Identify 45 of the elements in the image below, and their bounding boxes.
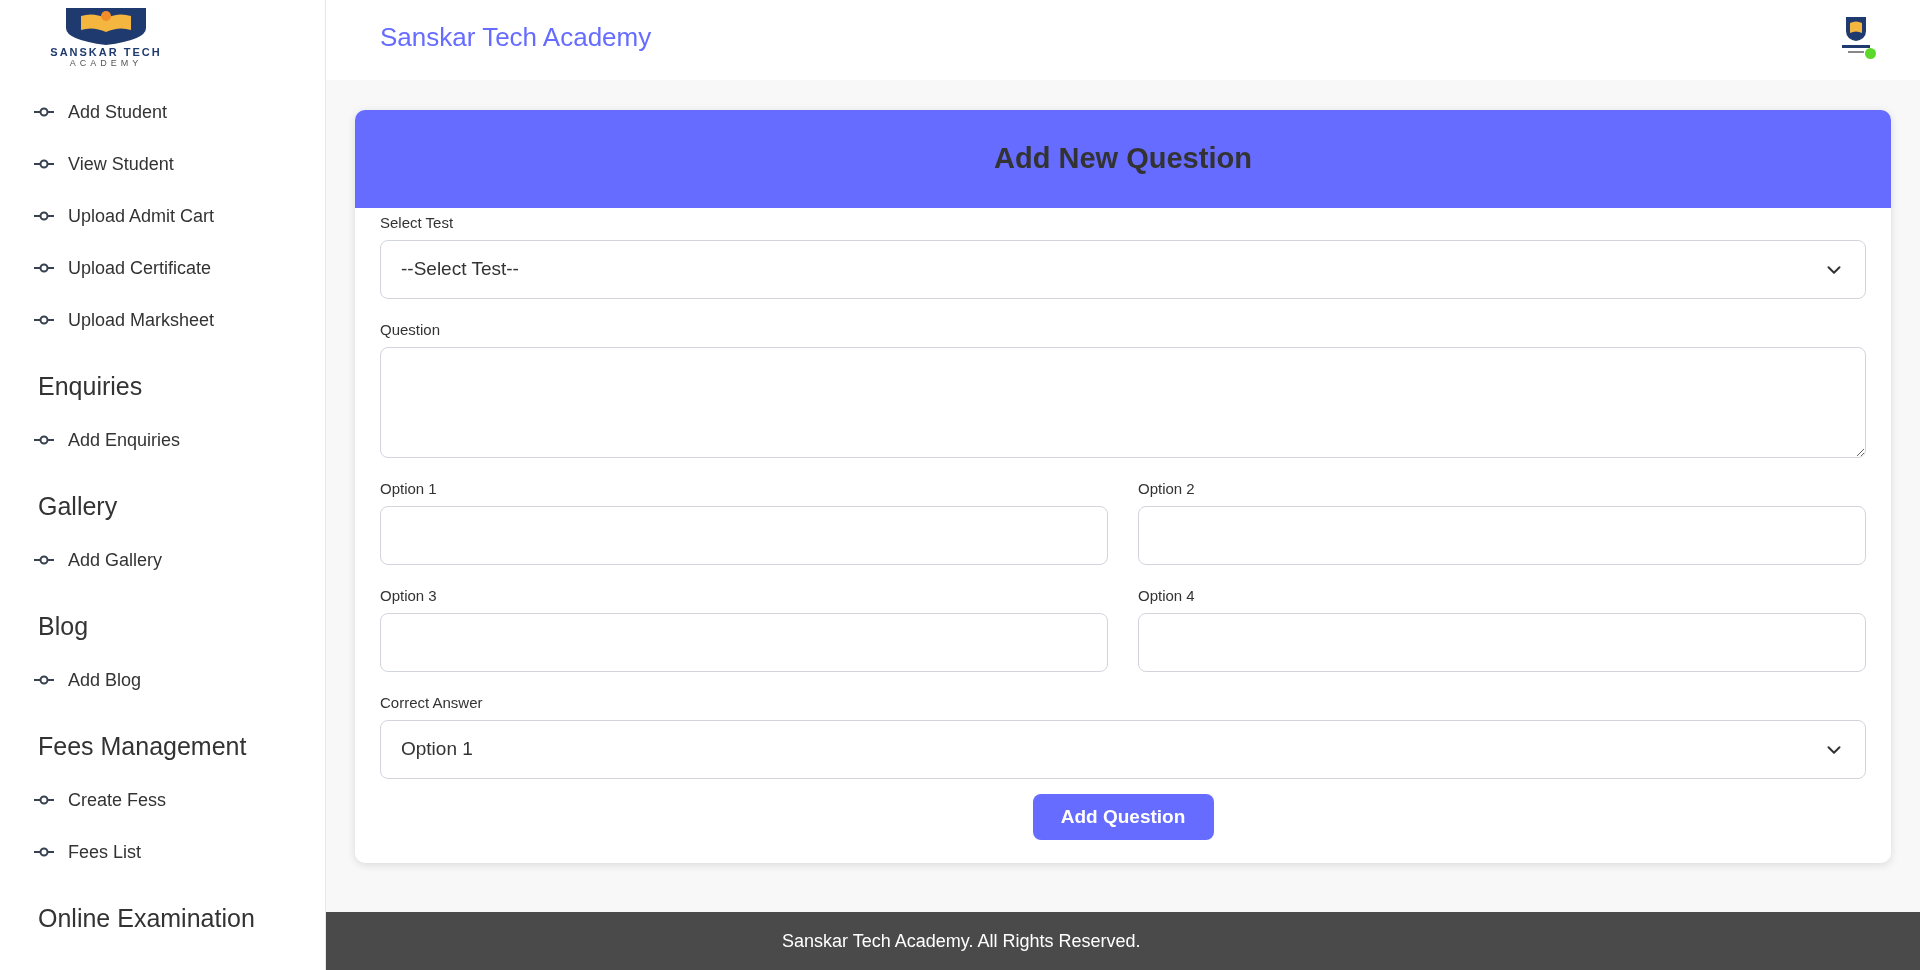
sidebar-heading: Fees Management (37, 731, 248, 763)
sidebar-item[interactable]: Add Blog (34, 654, 325, 706)
sidebar-item[interactable]: Upload Certificate (34, 242, 325, 294)
commit-icon (34, 675, 54, 685)
field-label: Question (380, 321, 442, 339)
sidebar-heading: Online Examination (37, 903, 256, 935)
option-field[interactable] (380, 613, 1108, 672)
sidebar-item[interactable]: Add Student (34, 86, 325, 138)
sidebar-heading: Enquiries (37, 371, 144, 403)
form-title: Add New Question (994, 141, 1252, 177)
field-label: Option 3 (380, 587, 438, 605)
commit-icon (34, 107, 54, 117)
logo-subtitle: ACADEMY (69, 58, 143, 68)
field-label: Option 1 (380, 480, 438, 498)
sidebar-item[interactable]: Upload Marksheet (34, 294, 325, 346)
commit-icon (34, 555, 54, 565)
site-title: Sanskar Tech Academy (380, 20, 652, 54)
sidebar-item[interactable]: Add Enquiries (34, 414, 325, 466)
add-question-button[interactable]: Add Question (1032, 794, 1214, 840)
sidebar-item[interactable]: Add Gallery (34, 534, 325, 586)
commit-icon (34, 263, 54, 273)
sidebar-item[interactable]: Upload Admit Cart (34, 190, 325, 242)
option-field[interactable] (380, 506, 1108, 565)
commit-icon (34, 315, 54, 325)
option-field[interactable] (1138, 613, 1866, 672)
select-field[interactable]: --Select Test-- (380, 240, 1866, 299)
field-label: Option 4 (1138, 587, 1196, 605)
commit-icon (34, 795, 54, 805)
question-field[interactable] (380, 347, 1866, 458)
commit-icon (34, 847, 54, 857)
logo-name: SANSKAR TECH (50, 46, 162, 58)
field-label: Select Test (380, 214, 455, 232)
commit-icon (34, 435, 54, 445)
sidebar-heading: Blog (37, 611, 90, 643)
commit-icon (34, 211, 54, 221)
commit-icon (34, 159, 54, 169)
option-field[interactable] (1138, 506, 1866, 565)
field-label: Option 2 (1138, 480, 1196, 498)
sidebar-item[interactable]: Create Fess (34, 774, 325, 826)
select-field[interactable]: Option 1 (380, 720, 1866, 779)
sidebar-item[interactable]: View Student (34, 138, 325, 190)
field-label: Correct Answer (380, 694, 484, 712)
footer-text: Sanskar Tech Academy. All Rights Reserved. (782, 929, 1141, 953)
sidebar-item[interactable]: Fees List (34, 826, 325, 878)
sidebar-heading: Gallery (37, 491, 119, 523)
